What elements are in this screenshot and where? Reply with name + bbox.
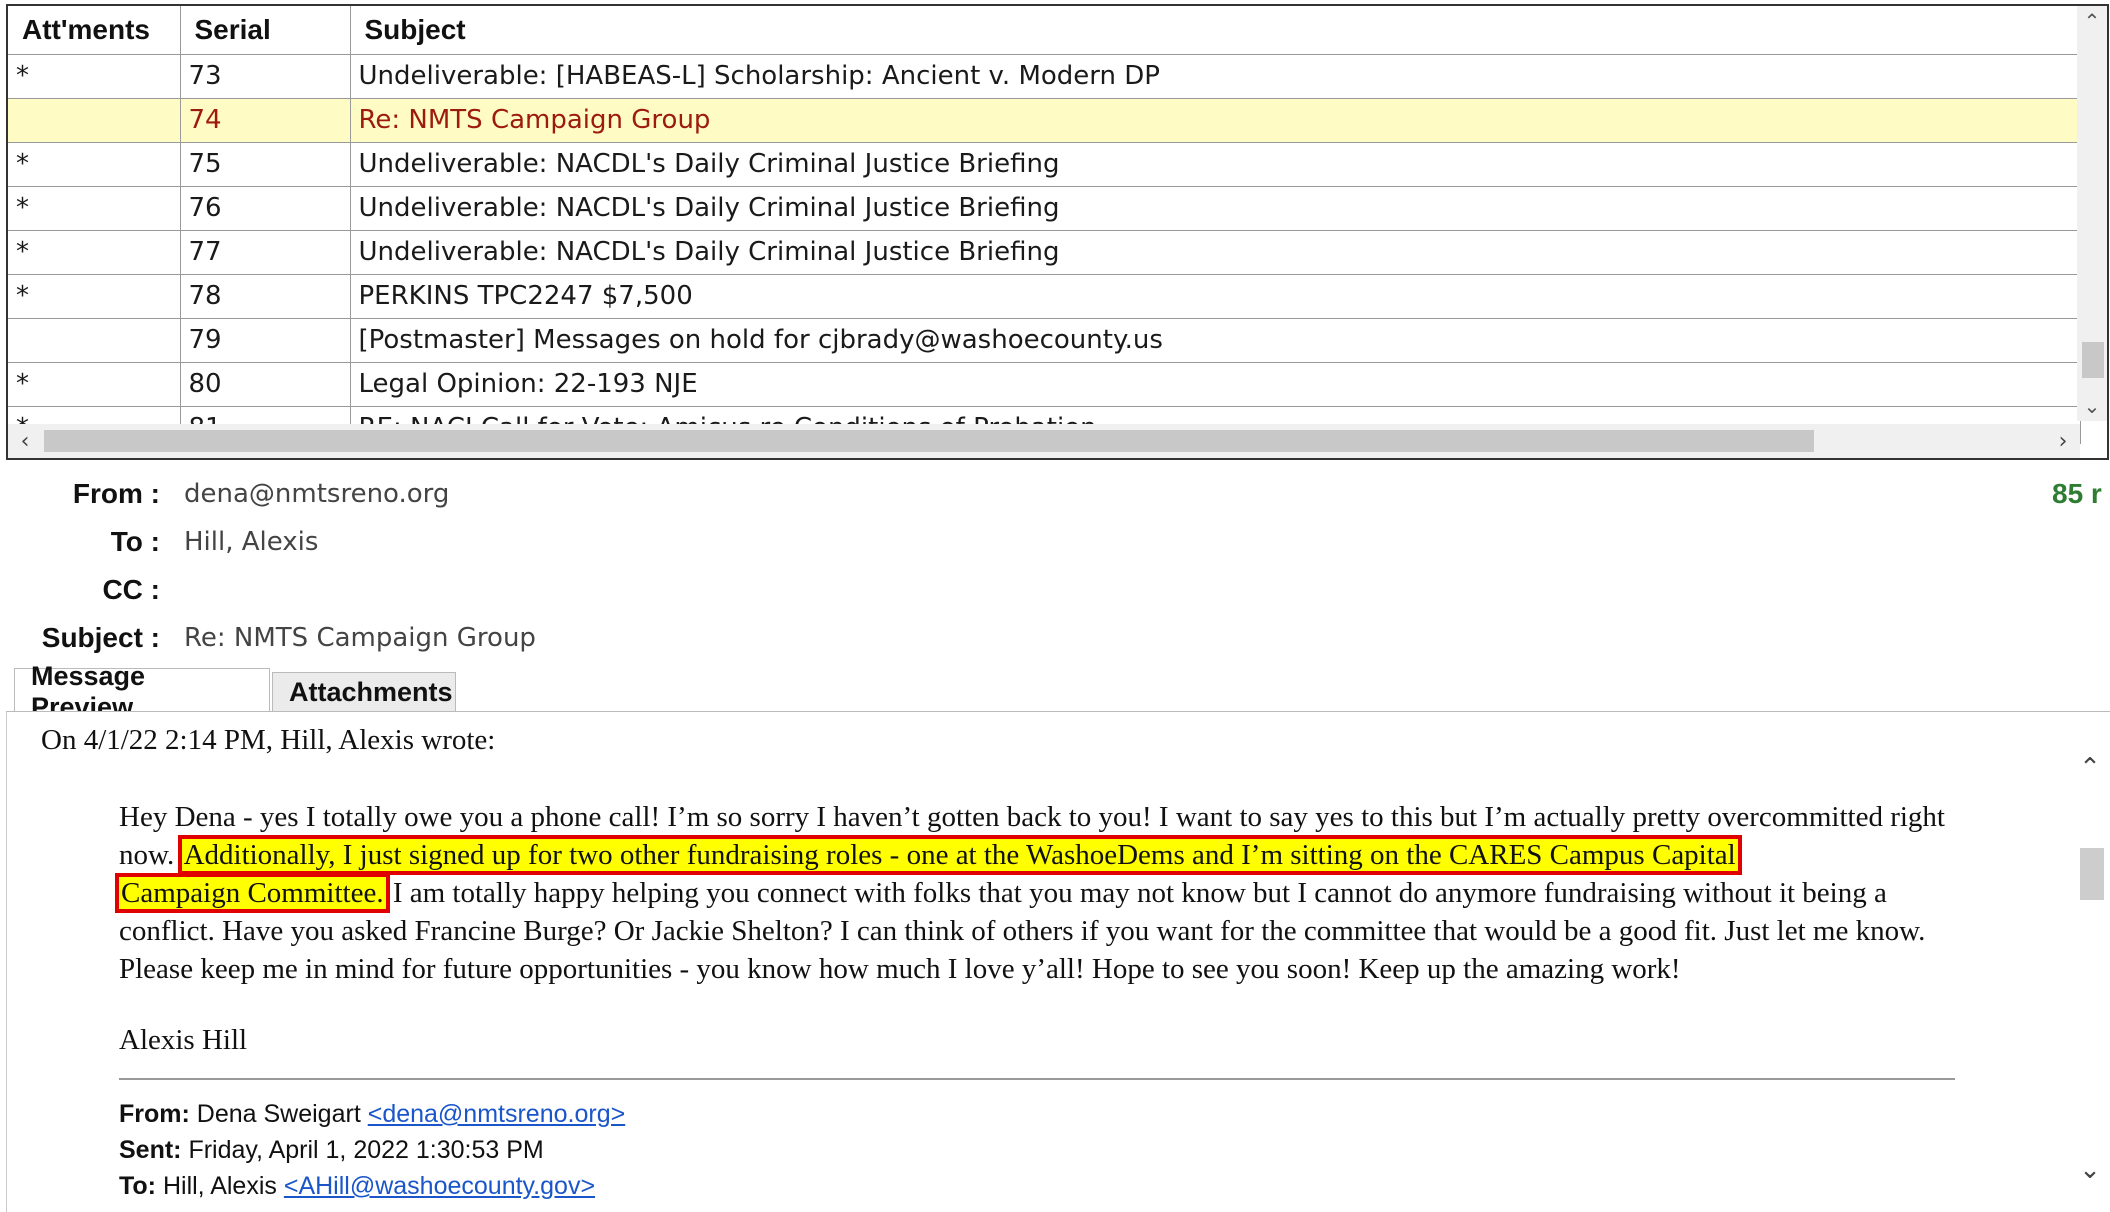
cell-attachments: * — [8, 186, 181, 231]
cell-attachments: * — [8, 362, 181, 407]
preview-scroll-down-icon[interactable]: ⌄ — [2070, 1150, 2110, 1190]
cell-attachments: * — [8, 274, 181, 319]
message-preview-pane[interactable]: On 4/1/22 2:14 PM, Hill, Alexis wrote: H… — [6, 712, 2110, 1212]
table-row[interactable]: 74 Re: NMTS Campaign Group — [8, 98, 2081, 143]
table-row[interactable]: * 75 Undeliverable: NACDL's Daily Criminal… — [8, 142, 2081, 187]
cell-attachments — [8, 318, 181, 363]
preview-vertical-scrollbar[interactable]: ⌃ ⌄ — [2070, 718, 2110, 1212]
highlighted-text-1: Additionally, I just signed up for two o… — [177, 835, 1742, 875]
scroll-up-icon[interactable]: ⌃ — [2077, 6, 2107, 36]
cell-subject: Re: NMTS Campaign Group — [350, 98, 2081, 143]
cell-serial: 79 — [180, 318, 351, 363]
cell-serial: 74 — [180, 98, 351, 143]
list-horizontal-scroll-thumb[interactable] — [44, 430, 1814, 452]
table-row[interactable]: * 76 Undeliverable: NACDL's Daily Criminal… — [8, 186, 2081, 231]
cell-subject: Undeliverable: NACDL's Daily Criminal Ju… — [350, 230, 2081, 275]
quoted-header-line: On 4/1/22 2:14 PM, Hill, Alexis wrote: — [41, 724, 496, 756]
meta-sent-label: Sent: — [119, 1136, 182, 1164]
subject-value: Re: NMTS Campaign Group — [184, 623, 536, 653]
meta-to-name: Hill, Alexis — [162, 1172, 277, 1200]
from-label: From : — [72, 478, 160, 509]
cell-subject: Undeliverable: NACDL's Daily Criminal Ju… — [350, 142, 2081, 187]
column-header-subject[interactable]: Subject — [350, 6, 2081, 55]
from-value: dena@nmtsreno.org — [184, 479, 450, 509]
meta-from-label: From: — [119, 1100, 190, 1128]
column-header-serial[interactable]: Serial — [180, 6, 351, 55]
cell-attachments — [8, 98, 181, 143]
table-row[interactable]: * 77 Undeliverable: NACDL's Daily Criminal… — [8, 230, 2081, 275]
tab-attachments[interactable]: Attachments — [272, 672, 456, 712]
quote-divider — [119, 1078, 1955, 1080]
cell-attachments: * — [8, 230, 181, 275]
cell-serial: 77 — [180, 230, 351, 275]
table-row[interactable]: * 80 Legal Opinion: 22-193 NJE — [8, 362, 2081, 407]
cell-serial: 80 — [180, 362, 351, 407]
meta-sent-row: Sent: Friday, April 1, 2022 1:30:53 PM — [119, 1136, 544, 1165]
cell-serial: 78 — [180, 274, 351, 319]
to-label: To : — [110, 526, 160, 557]
cell-serial: 76 — [180, 186, 351, 231]
meta-to-email-link[interactable]: <AHill@washoecounty.gov> — [284, 1172, 595, 1200]
tab-message-preview[interactable]: Message Preview — [14, 661, 270, 722]
subject-label: Subject : — [41, 622, 160, 653]
highlighted-text-2: Campaign Committee. — [115, 873, 390, 913]
meta-to-label: To: — [119, 1172, 157, 1200]
table-row[interactable]: * 73 Undeliverable: [HABEAS-L] Scholarship… — [8, 54, 2081, 99]
message-table: Att'ments Serial Subject * 73 Undeliverabl… — [8, 6, 2081, 444]
meta-from-row: From: Dena Sweigart <dena@nmtsreno.org> — [119, 1100, 625, 1129]
cell-serial: 73 — [180, 54, 351, 99]
list-vertical-scrollbar[interactable]: ⌃ ⌄ — [2077, 6, 2107, 421]
message-size-badge: 85 r — [2052, 478, 2102, 509]
meta-from-email-link[interactable]: <dena@nmtsreno.org> — [368, 1100, 625, 1128]
message-rows: * 73 Undeliverable: [HABEAS-L] Scholarship… — [8, 54, 2081, 444]
preview-scroll-up-icon[interactable]: ⌃ — [2070, 748, 2110, 788]
cell-subject: Legal Opinion: 22-193 NJE — [350, 362, 2081, 407]
message-body: Hey Dena - yes I totally owe you a phone… — [115, 798, 1979, 988]
list-horizontal-scrollbar[interactable]: ‹ › — [8, 424, 2080, 458]
table-row[interactable]: 79 [Postmaster] Messages on hold for cjbr… — [8, 318, 2081, 363]
to-value: Hill, Alexis — [184, 527, 319, 557]
message-list[interactable]: Att'ments Serial Subject * 73 Undeliverabl… — [6, 4, 2109, 460]
cell-attachments: * — [8, 142, 181, 187]
table-header-row: Att'ments Serial Subject — [8, 6, 2081, 55]
cell-subject: Undeliverable: [HABEAS-L] Scholarship: A… — [350, 54, 2081, 99]
cc-label: CC : — [102, 574, 160, 605]
scroll-down-icon[interactable]: ⌄ — [2077, 391, 2107, 421]
column-header-attachments[interactable]: Att'ments — [8, 6, 181, 55]
cell-attachments: * — [8, 54, 181, 99]
meta-sent-value: Friday, April 1, 2022 1:30:53 PM — [188, 1136, 544, 1164]
list-vertical-scroll-thumb[interactable] — [2082, 342, 2104, 378]
cell-subject: [Postmaster] Messages on hold for cjbrad… — [350, 318, 2081, 363]
scroll-right-icon[interactable]: › — [2046, 424, 2080, 458]
meta-from-name: Dena Sweigart — [196, 1100, 361, 1128]
meta-to-row: To: Hill, Alexis <AHill@washoecounty.gov… — [119, 1172, 595, 1201]
scroll-left-icon[interactable]: ‹ — [8, 424, 42, 458]
cell-subject: Undeliverable: NACDL's Daily Criminal Ju… — [350, 186, 2081, 231]
cell-serial: 75 — [180, 142, 351, 187]
body-text-after: I am totally happy helping you connect w… — [119, 877, 1926, 985]
preview-scroll-thumb[interactable] — [2080, 848, 2104, 900]
signature: Alexis Hill — [119, 1024, 248, 1056]
table-row[interactable]: * 78 PERKINS TPC2247 $7,500 — [8, 274, 2081, 319]
cell-subject: PERKINS TPC2247 $7,500 — [350, 274, 2081, 319]
